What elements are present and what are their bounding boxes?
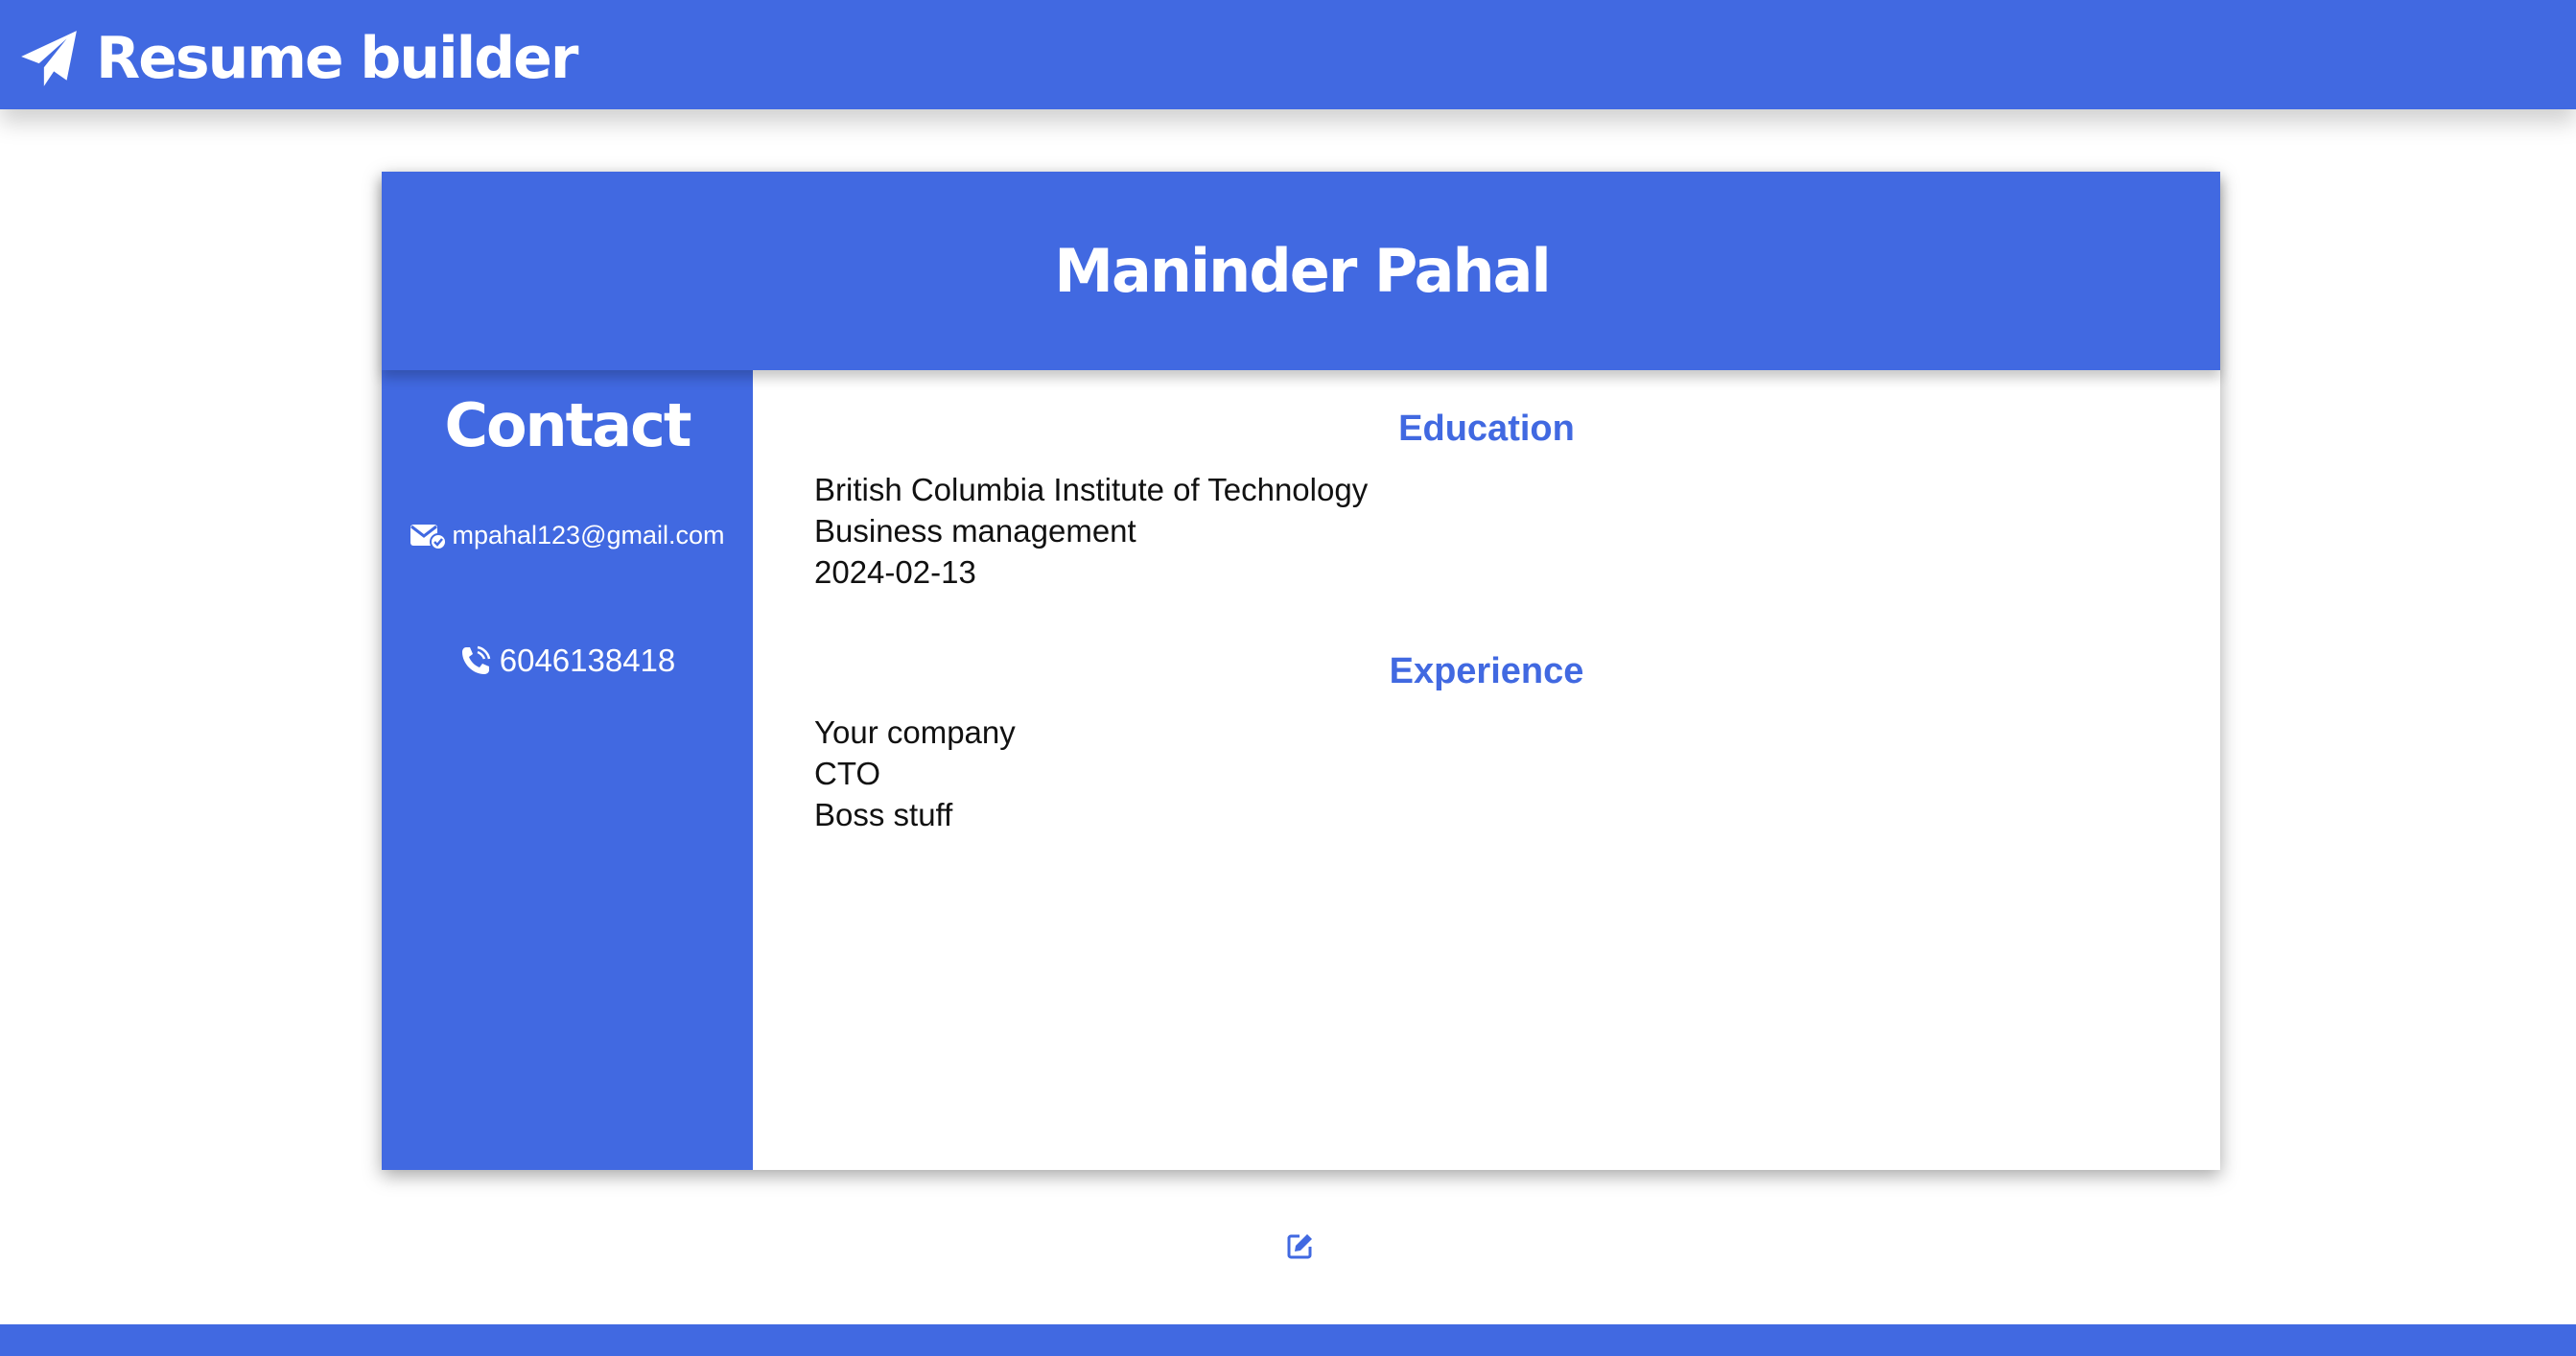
experience-heading: Experience: [1389, 651, 1584, 691]
footer-bar: [0, 1324, 2576, 1356]
resume-header: Maninder Pahal: [382, 172, 2220, 370]
paper-plane-icon: [21, 31, 77, 86]
resume-main: Education British Columbia Institute of …: [753, 370, 2220, 1170]
education-institution: British Columbia Institute of Technology: [814, 472, 1369, 507]
email-text: mpahal123@gmail.com: [452, 521, 725, 549]
contact-phone: 6046138418: [382, 643, 753, 679]
top-navbar: Resume builder: [0, 0, 2576, 109]
education-program: Business management: [814, 513, 1136, 549]
person-name: Maninder Pahal: [1054, 236, 1551, 306]
phone-text: 6046138418: [499, 643, 676, 678]
education-heading: Education: [1398, 409, 1575, 449]
brand-link[interactable]: Resume builder: [17, 25, 578, 92]
experience-description: Boss stuff: [814, 797, 953, 832]
experience-details: Your company CTO Boss stuff: [814, 712, 1016, 835]
edit-resume-button[interactable]: [1285, 1230, 1316, 1261]
contact-email: mpahal123@gmail.com: [382, 521, 753, 550]
contact-heading: Contact: [444, 390, 691, 460]
envelope-check-icon: [410, 524, 448, 550]
brand-title: Resume builder: [96, 25, 578, 92]
education-date: 2024-02-13: [814, 554, 976, 590]
contact-sidebar: Contact mpahal123@gmail.com 6046138418: [382, 370, 753, 1170]
experience-company: Your company: [814, 714, 1016, 750]
experience-role: CTO: [814, 756, 881, 791]
education-details: British Columbia Institute of Technology…: [814, 469, 1368, 593]
phone-volume-icon: [461, 645, 490, 674]
edit-icon: [1287, 1234, 1312, 1259]
resume-card: Maninder Pahal Contact mpahal123@gmail.c…: [382, 172, 2220, 1170]
